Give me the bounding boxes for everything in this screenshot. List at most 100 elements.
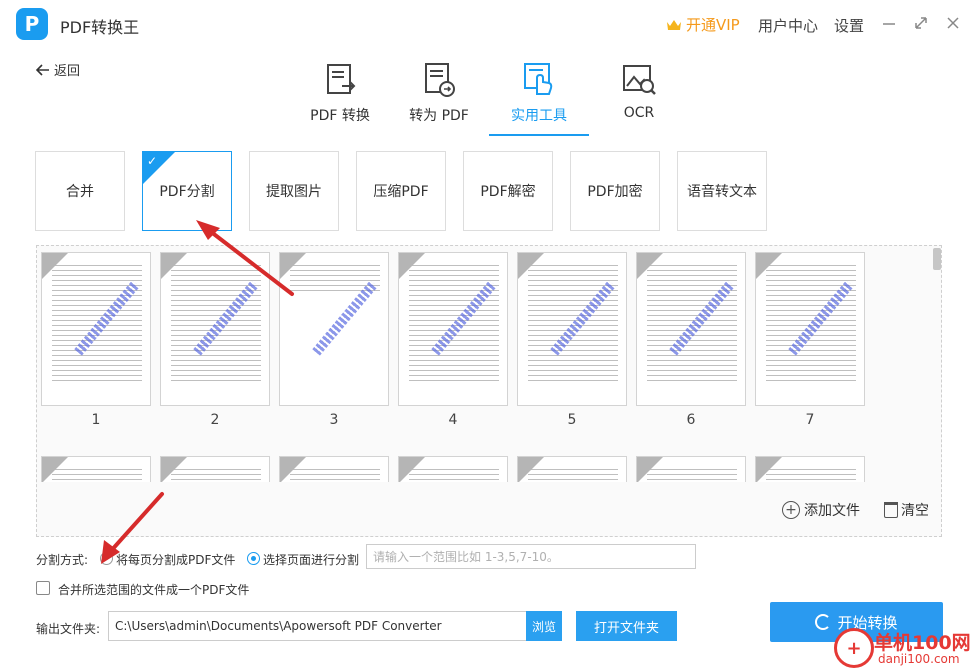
refresh-icon [815,614,832,630]
page-number: 1 [91,412,101,428]
tab-label: OCR [623,105,655,121]
back-label: 返回 [54,64,81,79]
tool-label: 提取图片 [266,184,322,200]
tab-label: 实用工具 [511,108,567,124]
close-button[interactable] [942,12,964,34]
tool-label: PDF加密 [587,184,643,200]
tab-label: 转为 PDF [409,108,469,124]
page-thumbnail[interactable] [279,456,389,482]
minimize-icon [883,23,895,25]
output-folder-label: 输出文件夹: [36,622,101,636]
watermark-main-text: 单机100网 [874,632,971,654]
page-thumbnail[interactable] [41,252,151,406]
radio-select-pages[interactable] [247,552,260,565]
minimize-button[interactable] [878,12,900,34]
page-number: 6 [686,412,696,428]
crown-icon [667,19,681,30]
radio-select-pages-label[interactable]: 选择页面进行分割 [263,551,359,568]
page-number: 4 [448,412,458,428]
page-corner [161,253,187,279]
page-thumbnail[interactable] [755,456,865,482]
tool-extract-images[interactable]: 提取图片 [249,151,339,231]
tool-pdf-encrypt[interactable]: PDF加密 [570,151,660,231]
page-thumbnail[interactable] [636,456,746,482]
shrink-icon [915,17,927,29]
vip-label: 开通VIP [686,16,740,34]
page-corner [42,253,68,279]
page-corner [756,253,782,279]
tool-label: PDF分割 [159,184,215,200]
page-thumbnail[interactable] [755,252,865,406]
trash-icon [884,502,898,518]
restore-button[interactable] [910,12,932,34]
page-corner [518,253,544,279]
file-drop-panel[interactable]: 1 2 3 4 5 6 7 [36,245,942,537]
title-bar: P PDF转换王 开通VIP 用户中心 设置 [0,0,978,48]
close-icon [947,17,959,29]
tool-label: PDF解密 [480,184,536,200]
clear-label: 清空 [901,503,929,519]
user-center-button[interactable]: 用户中心 [758,15,818,36]
tool-compress-pdf[interactable]: 压缩PDF [356,151,446,231]
browse-button[interactable]: 浏览 [526,611,562,641]
page-thumbnail[interactable] [398,456,508,482]
merge-checkbox[interactable] [36,581,50,595]
tool-speech-to-text[interactable]: 语音转文本 [677,151,767,231]
page-thumbnail[interactable] [160,252,270,406]
page-corner [637,457,663,482]
output-path-field[interactable] [108,611,528,641]
add-file-button[interactable]: + 添加文件 [782,500,860,520]
page-thumbnail[interactable] [41,456,151,482]
ocr-icon [623,65,656,95]
page-number: 3 [329,412,339,428]
split-mode-label: 分割方式: [36,553,89,567]
site-watermark: + 单机100网 danji100.com [834,628,978,668]
tool-pdf-split[interactable]: ✓ PDF分割 [142,151,232,231]
tool-pdf-decrypt[interactable]: PDF解密 [463,151,553,231]
checkmark-icon: ✓ [147,154,158,168]
page-thumbnail-grid[interactable]: 1 2 3 4 5 6 7 [37,246,941,482]
tab-pdf-convert[interactable]: PDF 转换 [290,58,390,136]
tool-merge[interactable]: 合并 [35,151,125,231]
page-thumbnail[interactable] [517,252,627,406]
page-thumbnail[interactable] [398,252,508,406]
settings-button[interactable]: 设置 [834,15,864,36]
app-logo: P [16,8,48,40]
vip-button[interactable]: 开通VIP [666,14,740,35]
page-thumbnail[interactable] [517,456,627,482]
watermark-sub-text: danji100.com [878,652,960,666]
tool-label: 合并 [66,184,94,200]
clear-button[interactable]: 清空 [884,500,929,520]
tab-label: PDF 转换 [310,108,370,124]
tab-to-pdf[interactable]: 转为 PDF [389,58,489,136]
page-corner [518,457,544,482]
back-button[interactable]: 返回 [36,60,80,79]
open-folder-button[interactable]: 打开文件夹 [576,611,677,641]
plus-circle-icon: + [782,501,800,519]
page-corner [280,253,306,279]
page-number: 2 [210,412,220,428]
scrollbar[interactable] [933,248,941,270]
radio-split-each-page-label[interactable]: 将每页分割成PDF文件 [116,551,235,568]
tab-ocr[interactable]: OCR [589,58,689,136]
page-corner [399,457,425,482]
app-title: PDF转换王 [60,18,140,37]
page-corner [399,253,425,279]
page-thumbnail[interactable] [279,252,389,406]
arrow-left-icon [36,63,49,76]
tool-label: 压缩PDF [373,184,429,200]
page-corner [161,457,187,482]
radio-split-each-page[interactable] [100,552,113,565]
tool-label: 语音转文本 [687,184,757,200]
tools-icon [524,63,553,95]
page-thumbnail[interactable] [160,456,270,482]
page-corner [756,457,782,482]
page-thumbnail[interactable] [636,252,746,406]
page-corner [637,253,663,279]
page-number: 7 [805,412,815,428]
merge-checkbox-label[interactable]: 合并所选范围的文件成一个PDF文件 [58,581,249,598]
tab-tools[interactable]: 实用工具 [489,58,589,136]
to-pdf-icon [425,63,455,97]
pdf-convert-icon [327,64,356,94]
page-range-input[interactable] [366,544,696,569]
